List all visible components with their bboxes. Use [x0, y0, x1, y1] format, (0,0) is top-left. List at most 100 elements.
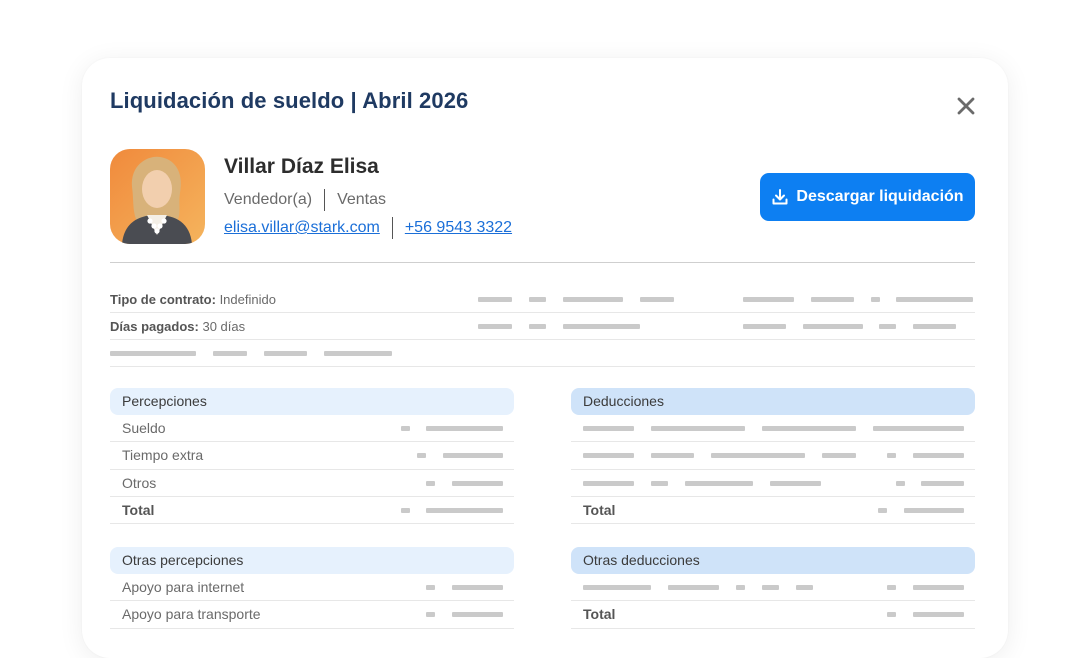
contract-type: Tipo de contrato: Indefinido [110, 292, 276, 307]
placeholder-bar [887, 585, 896, 590]
separator [324, 189, 326, 211]
perception-row-salary: Sueldo [110, 415, 514, 443]
placeholder-bar [213, 351, 247, 356]
placeholder-bar [651, 480, 668, 486]
total-label: Total [122, 501, 155, 518]
download-button-label: Descargar liquidación [796, 188, 964, 205]
placeholder-bar [651, 453, 694, 459]
placeholder-bar [743, 297, 794, 302]
total-label: Total [583, 606, 616, 623]
placeholder-bar [452, 612, 503, 618]
deductions-header: Deducciones [571, 388, 975, 415]
other-deductions-header: Otras deducciones [571, 547, 975, 574]
total-label: Total [583, 501, 616, 518]
deduction-row [571, 470, 975, 497]
close-icon [957, 97, 975, 115]
placeholder-bar [685, 480, 753, 486]
placeholder-bar [913, 324, 956, 329]
placeholder-bar [921, 480, 964, 486]
placeholder-bar [873, 426, 964, 431]
perceptions-header: Percepciones [110, 388, 514, 415]
placeholder-bar [426, 426, 503, 431]
placeholder-bar [796, 585, 813, 590]
placeholder-bar [736, 585, 745, 590]
placeholder-bar [770, 480, 821, 486]
other-perceptions-header: Otras percepciones [110, 547, 514, 574]
placeholder-bar [762, 585, 779, 590]
days-paid: Días pagados: 30 días [110, 319, 245, 334]
placeholder-bar [640, 297, 674, 302]
placeholder-bar [913, 453, 964, 459]
employee-name: Villar Díaz Elisa [224, 155, 379, 178]
placeholder-bar [811, 297, 854, 302]
deductions-total-row: Total [571, 497, 975, 525]
placeholder-bar [711, 453, 805, 459]
other-deductions-section: Otras deducciones Total [571, 547, 975, 629]
placeholder-bar [583, 585, 651, 590]
employee-role-row: Vendedor(a) Ventas [224, 189, 386, 211]
placeholder-bar [426, 480, 435, 486]
placeholder-bar [264, 351, 307, 356]
placeholder-bar [417, 453, 426, 459]
placeholder-bar [529, 297, 546, 302]
placeholder-bar [443, 453, 503, 459]
placeholder-bar [822, 453, 856, 459]
placeholder-bar [878, 507, 887, 513]
employee-contact-row: elisa.villar@stark.com +56 9543 3322 [224, 217, 512, 239]
placeholder-bar [887, 612, 896, 618]
placeholder-bar [896, 297, 973, 302]
placeholder-bar [871, 297, 880, 302]
placeholder-bar [529, 324, 546, 329]
placeholder-bar [583, 480, 634, 486]
perception-row-overtime: Tiempo extra [110, 442, 514, 470]
deduction-row [571, 442, 975, 470]
download-payslip-button[interactable]: Descargar liquidación [760, 173, 975, 221]
info-row-days: Días pagados: 30 días [110, 313, 975, 340]
employee-email-link[interactable]: elisa.villar@stark.com [224, 219, 380, 237]
perception-label: Sueldo [122, 420, 166, 436]
placeholder-bar [478, 324, 512, 329]
other-perception-label: Apoyo para internet [122, 579, 245, 595]
placeholder-bar [563, 324, 640, 329]
placeholder-bar [651, 426, 745, 431]
separator [391, 217, 393, 239]
perceptions-total-row: Total [110, 497, 514, 525]
placeholder-bar [803, 324, 863, 329]
other-perceptions-section: Otras percepciones Apoyo para internet A… [110, 547, 514, 629]
placeholder-bar [887, 453, 896, 459]
employee-avatar [110, 149, 205, 244]
placeholder-bar [478, 297, 512, 302]
close-button[interactable] [954, 94, 978, 118]
perceptions-section: Percepciones Sueldo Tiempo extra Otros T… [110, 388, 514, 525]
employee-department: Ventas [337, 191, 386, 208]
placeholder-bar [904, 507, 964, 513]
header-divider [110, 262, 975, 263]
placeholder-bar [668, 585, 719, 590]
employee-role: Vendedor(a) [224, 191, 313, 208]
placeholder-bar [913, 612, 964, 618]
deduction-row [571, 415, 975, 443]
perception-label: Otros [122, 474, 157, 491]
other-perception-label: Apoyo para transporte [122, 606, 261, 623]
other-perception-row-transport: Apoyo para transporte [110, 601, 514, 629]
placeholder-bar [762, 426, 856, 431]
placeholder-bar [583, 453, 634, 459]
download-icon [772, 189, 788, 205]
employee-phone-link[interactable]: +56 9543 3322 [405, 219, 512, 237]
placeholder-bar [426, 612, 435, 618]
contract-type-label: Tipo de contrato: [110, 292, 216, 307]
modal-title: Liquidación de sueldo | Abril 2026 [110, 88, 469, 113]
placeholder-bar [563, 297, 623, 302]
other-perception-row-internet: Apoyo para internet [110, 574, 514, 602]
placeholder-bar [401, 426, 410, 431]
days-paid-value: 30 días [202, 319, 246, 334]
other-deductions-total-row: Total [571, 601, 975, 629]
placeholder-bar [324, 351, 392, 356]
placeholder-bar [426, 585, 435, 590]
perception-row-others: Otros [110, 470, 514, 497]
placeholder-bar [426, 507, 503, 513]
deductions-section: Deducciones Total [571, 388, 975, 525]
placeholder-bar [401, 507, 410, 513]
placeholder-bar [452, 480, 503, 486]
placeholder-bar [913, 585, 964, 590]
